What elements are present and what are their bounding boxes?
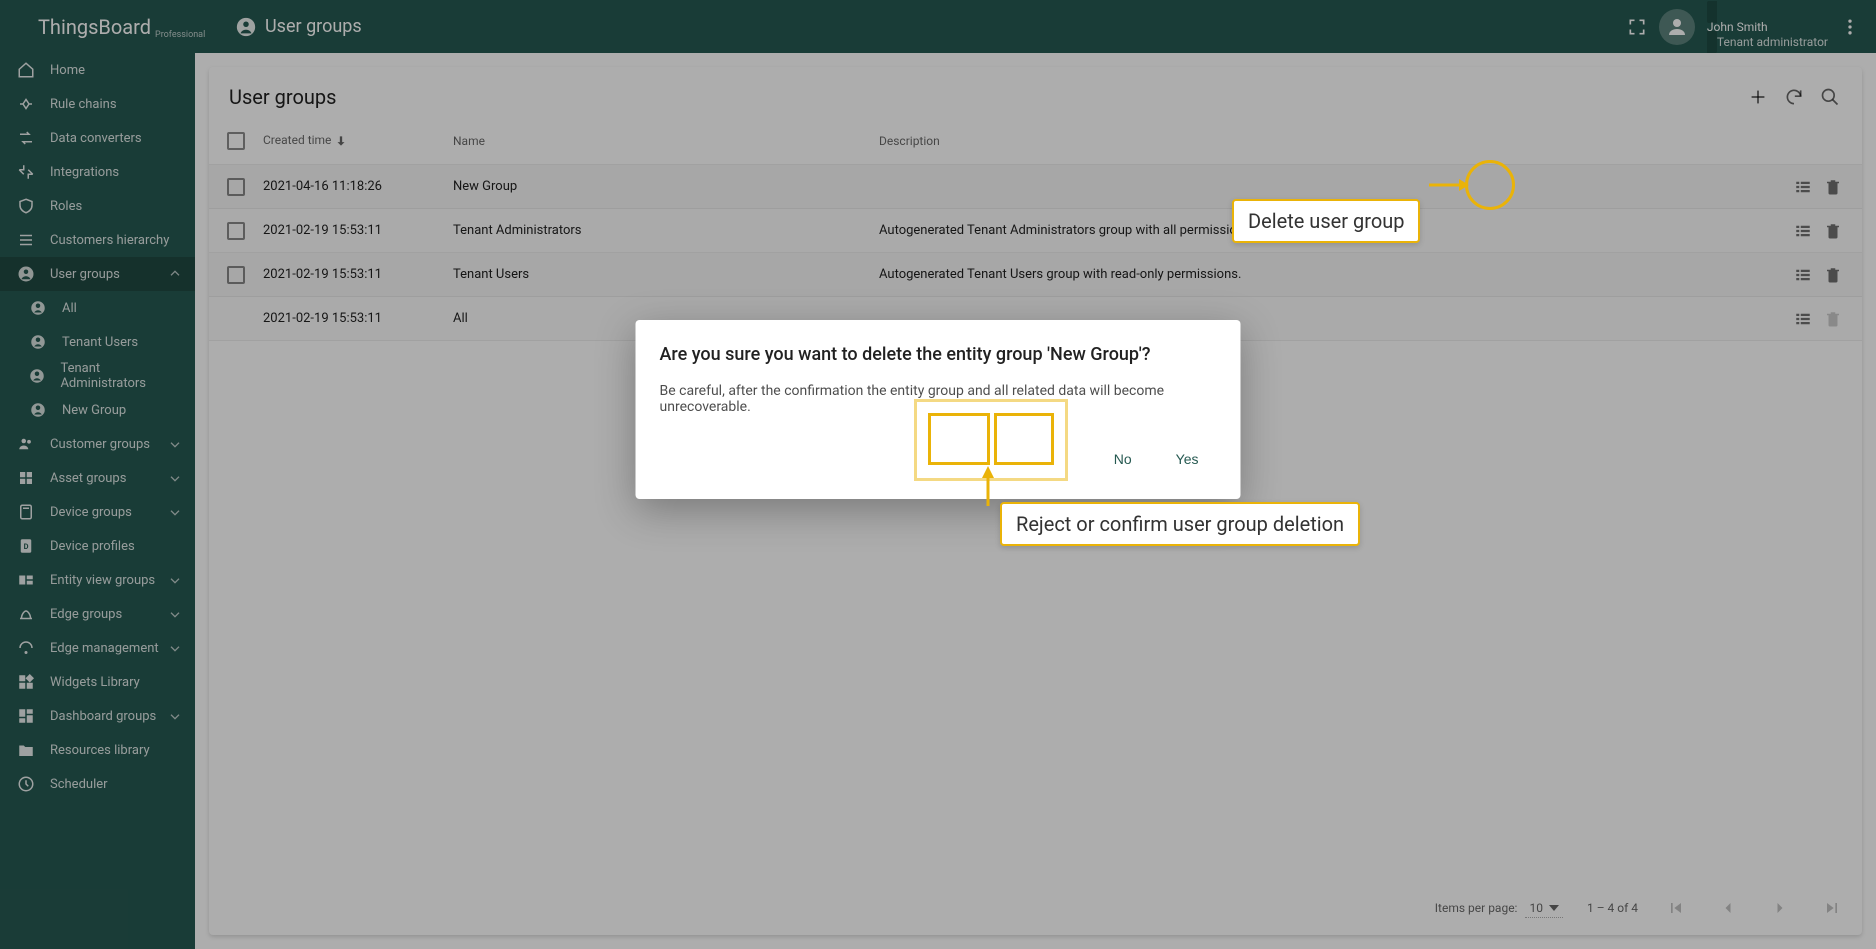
annotation-delete-circle	[1465, 160, 1515, 210]
dialog-title: Are you sure you want to delete the enti…	[660, 344, 1217, 365]
annotation-delete-label: Delete user group	[1232, 199, 1420, 243]
dialog-no-button[interactable]: No	[1096, 443, 1150, 475]
annotation-outer-highlight	[914, 399, 1068, 481]
dialog-yes-button[interactable]: Yes	[1158, 443, 1217, 475]
annotation-confirm-label: Reject or confirm user group deletion	[1000, 502, 1360, 546]
